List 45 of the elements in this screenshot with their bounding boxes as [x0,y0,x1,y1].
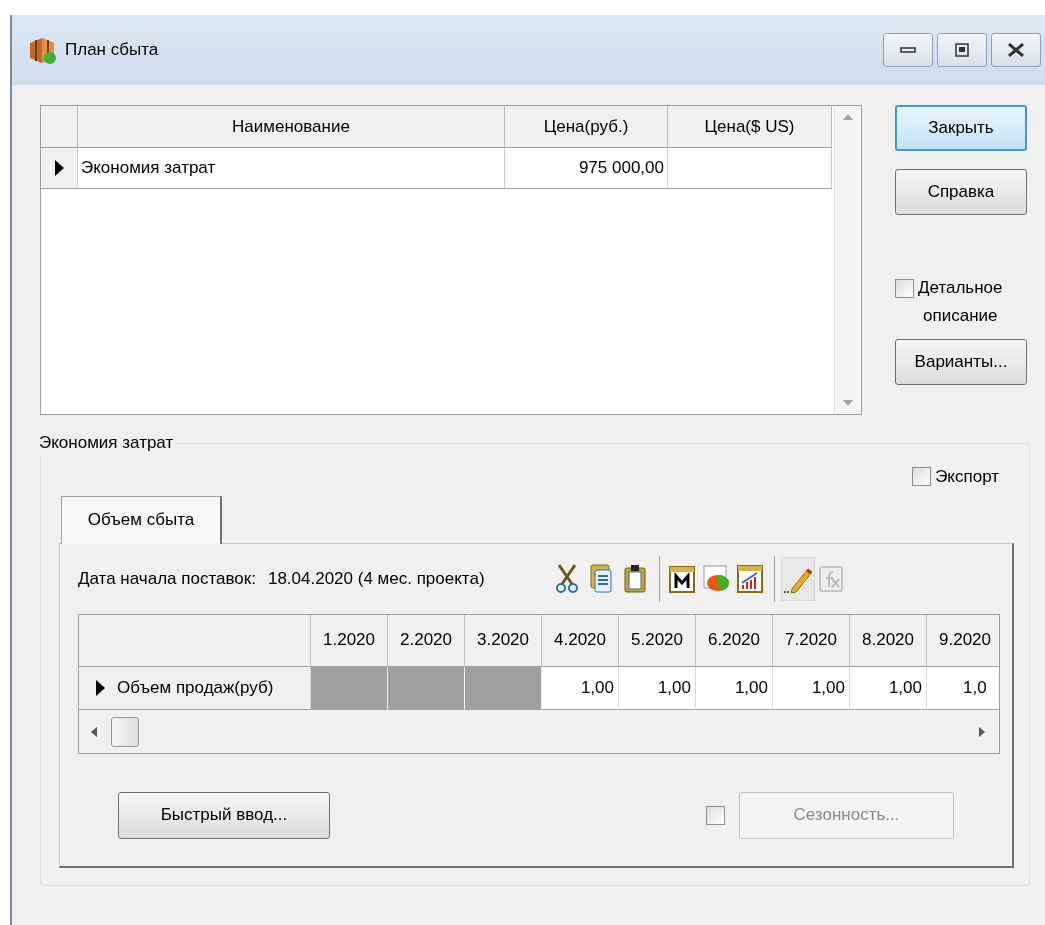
column-header: Цена(руб.) [505,106,668,148]
scroll-thumb[interactable] [111,716,139,747]
table-cell: 1,00 [542,666,619,710]
quick-input-button[interactable]: Быстрый ввод... [118,791,330,839]
column-header: 3.2020 [465,614,542,667]
dialog-button[interactable]: Справка [895,169,1027,215]
column-header: 1.2020 [311,614,388,667]
column-header: 6.2020 [696,614,773,667]
tab[interactable]: Объем сбыта [61,495,222,544]
scroll-down-arrow-icon[interactable] [843,400,853,406]
table-cell: 1,00 [619,666,696,710]
checkbox-label: описание [922,305,999,327]
column-header: 7.2020 [773,614,850,667]
column-header: Цена($ US) [668,106,832,148]
checkbox[interactable] [895,279,914,298]
maximize-icon [955,43,969,57]
table-cell: 1,0 [927,666,999,710]
date-value: 18.04.2020 (4 мес. проекта) [267,567,485,590]
column-header: 5.2020 [619,614,696,667]
checkbox-label: Детальное [918,277,1003,299]
checkbox[interactable] [912,467,932,487]
variants-button[interactable]: Варианты... [895,339,1027,385]
scroll-right-arrow-icon[interactable] [979,726,985,737]
scroll-up-arrow-icon[interactable] [843,114,853,120]
column-header: 2.2020 [388,614,465,667]
dialog-button[interactable]: Закрыть [895,105,1027,151]
package-icon [27,35,57,65]
minimize-icon [900,47,916,53]
row-header: Объем продаж(руб) [117,676,274,699]
table-cell: 1,00 [696,666,773,710]
date-label: Дата начала поставок: [78,567,256,590]
close-icon [1008,43,1024,57]
minimize-button[interactable] [883,33,933,67]
column-header: 4.2020 [542,614,619,667]
scroll-left-arrow-icon[interactable] [91,726,97,737]
column-header: 8.2020 [850,614,927,667]
table-cell: 1,00 [773,666,850,710]
table-cell: 1,00 [850,666,927,710]
window-title: План сбыта [65,39,159,62]
table-cell: Экономия затрат [78,148,505,189]
column-header: Наименование [78,106,505,148]
close-button[interactable] [991,33,1041,67]
maximize-button[interactable] [937,33,987,67]
checkbox-label: Экспорт [935,466,999,488]
table-cell: 975 000,00 [505,148,668,189]
